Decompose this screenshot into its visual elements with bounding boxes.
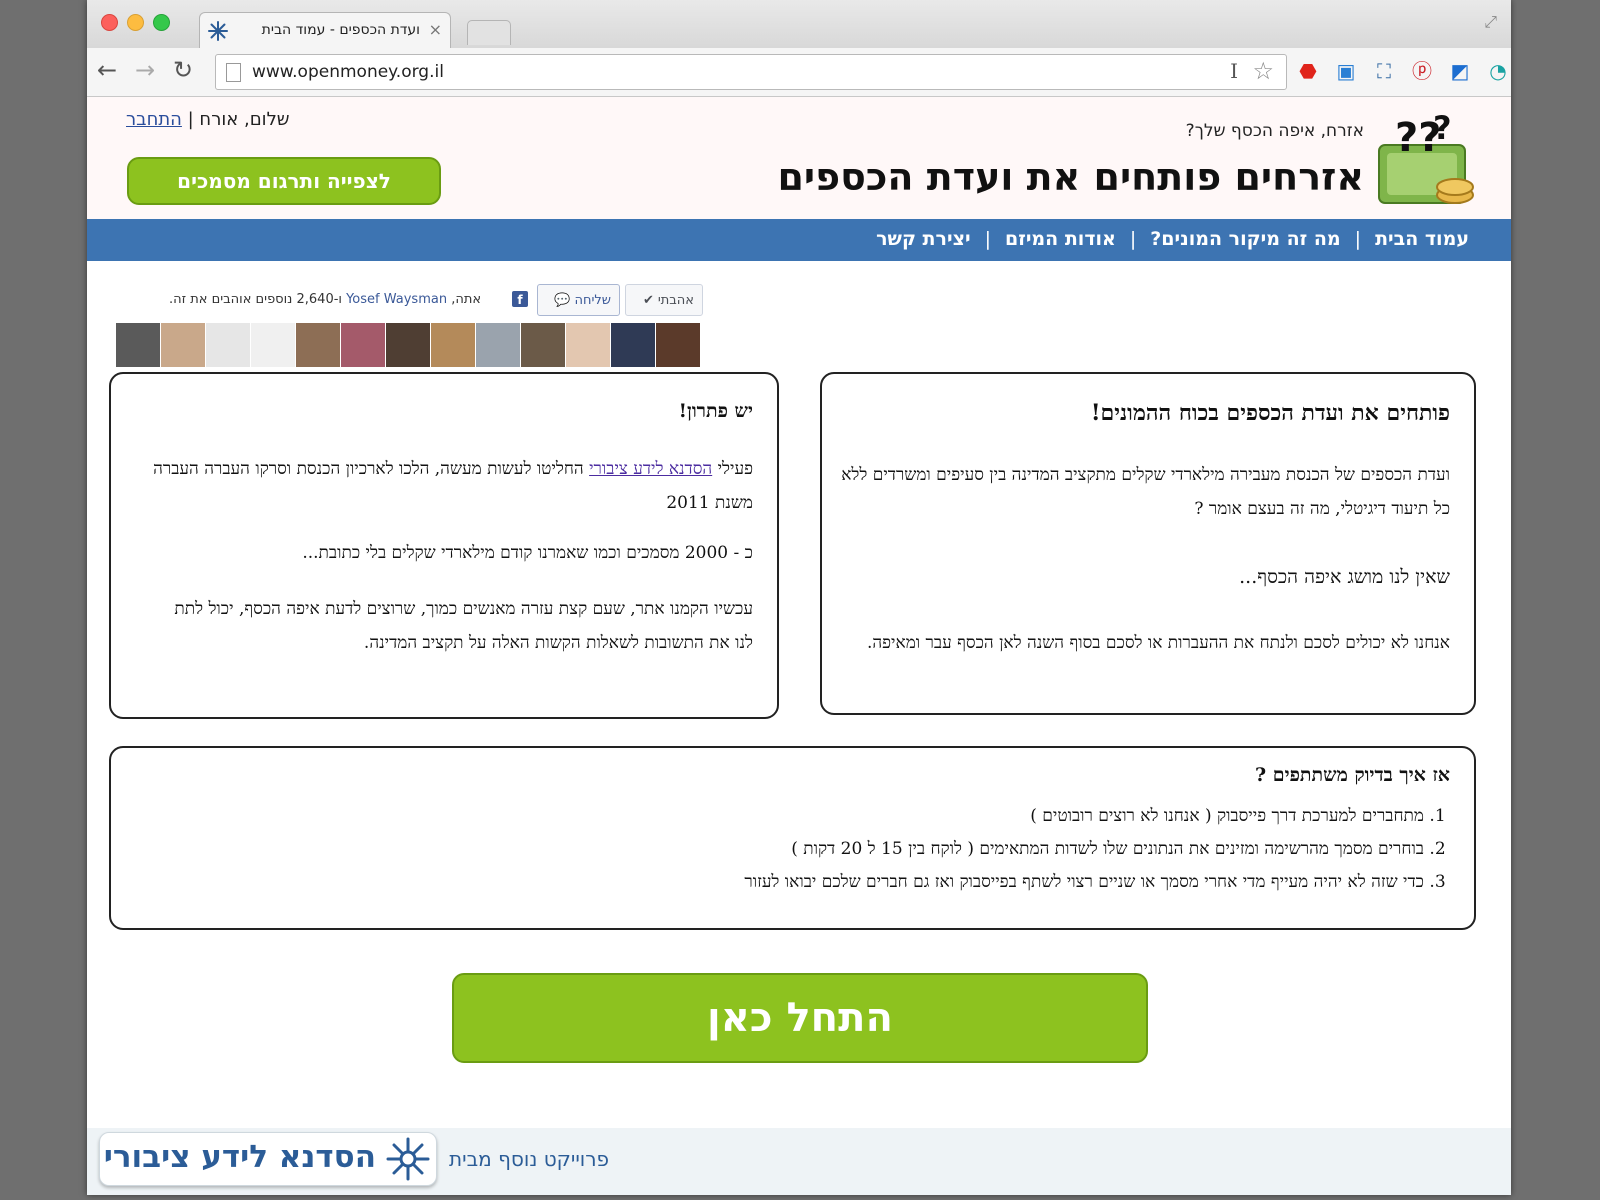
avatar[interactable] xyxy=(251,323,295,367)
url-text[interactable]: www.openmoney.org.il xyxy=(252,62,444,82)
minimize-window-button[interactable] xyxy=(127,14,144,31)
nav-item-crowdsourcing[interactable]: מה זה מיקור המונים? xyxy=(1150,228,1340,250)
avatar[interactable] xyxy=(566,323,610,367)
avatar[interactable] xyxy=(116,323,160,367)
site-header: ?? ? אזרח, איפה הכסף שלך? אזרחים פותחים … xyxy=(87,97,1511,219)
greeting-text: שלום, אורח | xyxy=(181,109,290,130)
snowflake-icon xyxy=(386,1137,430,1181)
tab-title: ועדת הכספים - עמוד הבית xyxy=(261,22,420,38)
title-bar: ועדת הכספים - עמוד הבית × ⤢ xyxy=(87,0,1511,49)
pinterest-icon[interactable]: ⓟ xyxy=(1409,58,1435,84)
intro-box: פותחים את ועדת הכספים בכוח ההמונים! ועדת… xyxy=(820,372,1476,715)
adblock-icon[interactable]: ⬣ xyxy=(1295,58,1321,84)
crop-icon[interactable]: ⛶ xyxy=(1371,58,1397,84)
browser-tab[interactable]: ועדת הכספים - עמוד הבית × xyxy=(199,12,451,49)
intro-heading: פותחים את ועדת הכספים בכוח ההמונים! xyxy=(1090,400,1450,426)
solution-heading: יש פתרון! xyxy=(678,400,753,422)
how-to-box: אז איך בדיוק משתתפים ? מתחברים למערכת דר… xyxy=(109,746,1476,930)
forward-icon[interactable]: → xyxy=(135,56,155,84)
fb-like-label: אהבתי xyxy=(657,292,694,308)
footer: הסדנא לידע ציבורי פרוייקט נוסף מבית xyxy=(87,1128,1511,1195)
reader-icon[interactable]: I xyxy=(1230,59,1238,83)
hasadna-link[interactable]: הסדנא לידע ציבורי xyxy=(589,459,712,479)
avatar[interactable] xyxy=(206,323,250,367)
avatar[interactable] xyxy=(611,323,655,367)
facebook-icon: f xyxy=(512,291,528,307)
avatar[interactable] xyxy=(341,323,385,367)
feed-icon[interactable]: ◔ xyxy=(1485,58,1511,84)
avatar[interactable] xyxy=(476,323,520,367)
intro-paragraph-2: שאין לנו מושג איפה הכסף... xyxy=(1239,566,1450,588)
facebook-widget: אהבתי ✔ שליחה 💬 f אתה, Yosef Waysman ו-2… xyxy=(87,282,707,322)
check-icon: ✔ xyxy=(642,292,654,308)
list-item: בוחרים מסמך מהרשימה ומזינים את הנתונים ש… xyxy=(744,833,1424,866)
fb-like-button[interactable]: אהבתי ✔ xyxy=(625,284,703,316)
close-window-button[interactable] xyxy=(101,14,118,31)
chat-bubble-icon: 💬 xyxy=(554,292,571,308)
fb-send-label: שליחה xyxy=(574,292,612,308)
intro-paragraph-1: ועדת הכספים של הכנסת מעבירה מילארדי שקלי… xyxy=(841,465,1450,519)
list-item: כדי שזה לא יהיה מעייף מדי אחרי מסמך או ש… xyxy=(744,866,1424,899)
avatar[interactable] xyxy=(296,323,340,367)
fullscreen-icon[interactable]: ⤢ xyxy=(1484,12,1497,32)
reload-icon[interactable]: ↻ xyxy=(173,56,193,84)
list-item: מתחברים למערכת דרך פייסבוק ( אנחנו לא רו… xyxy=(744,800,1424,833)
how-to-heading: אז איך בדיוק משתתפים ? xyxy=(1255,764,1450,786)
zoom-window-button[interactable] xyxy=(153,14,170,31)
avatar[interactable] xyxy=(431,323,475,367)
bookmark-star-icon[interactable]: ☆ xyxy=(1252,57,1274,85)
avatar[interactable] xyxy=(656,323,700,367)
money-question-logo-icon: ?? ? xyxy=(1378,109,1474,204)
fb-faces-row xyxy=(116,323,701,367)
browser-window: ועדת הכספים - עמוד הבית × ⤢ ← → ↻ www.op… xyxy=(87,0,1511,1195)
back-icon[interactable]: ← xyxy=(97,56,117,84)
nav-item-about[interactable]: אודות המיזם xyxy=(1005,228,1116,250)
address-bar[interactable]: www.openmoney.org.il I ☆ xyxy=(215,54,1287,90)
fb-send-button[interactable]: שליחה 💬 xyxy=(537,284,620,316)
watch-documents-button[interactable]: לצפייה ותרגום מסמכים xyxy=(127,157,441,205)
extension-icon[interactable]: ◩ xyxy=(1447,58,1473,84)
fb-likes-text: אתה, Yosef Waysman ו-2,640 נוספים אוהבים… xyxy=(169,292,482,307)
nav-item-contact[interactable]: יצירת קשר xyxy=(876,228,970,250)
login-link[interactable]: התחבר xyxy=(126,109,182,130)
footer-logo-text: הסדנא לידע ציבורי xyxy=(103,1139,376,1175)
main-nav: עמוד הבית | מה זה מיקור המונים? | אודות … xyxy=(87,219,1511,261)
start-here-button[interactable]: התחל כאן xyxy=(452,973,1148,1063)
avatar[interactable] xyxy=(521,323,565,367)
greeting: שלום, אורח | התחבר xyxy=(126,109,290,130)
close-tab-icon[interactable]: × xyxy=(429,20,442,39)
steps-list: מתחברים למערכת דרך פייסבוק ( אנחנו לא רו… xyxy=(744,800,1450,899)
hasadna-logo[interactable]: הסדנא לידע ציבורי xyxy=(99,1132,437,1186)
fb-friend-link[interactable]: Yosef Waysman xyxy=(346,292,447,307)
nav-item-home[interactable]: עמוד הבית xyxy=(1375,228,1469,250)
intro-paragraph-3: אנחנו לא יכולים לסכם ולנתח את ההעברות או… xyxy=(866,633,1450,653)
avatar[interactable] xyxy=(161,323,205,367)
screenshot-icon[interactable]: ▣ xyxy=(1333,58,1359,84)
solution-paragraph-3: עכשיו הקמנו אתר, שעם קצת עזרה מאנשים כמו… xyxy=(174,599,753,653)
solution-box: יש פתרון! פעילי הסדנא לידע ציבורי החליטו… xyxy=(109,372,779,719)
solution-paragraph-2: כ - 2000 מסמכים וכמו שאמרנו קודם מילארדי… xyxy=(302,543,753,563)
browser-toolbar: ← → ↻ www.openmoney.org.il I ☆ ⬣ ▣ ⛶ ⓟ ◩… xyxy=(87,48,1511,97)
svg-text:?: ? xyxy=(1433,109,1452,147)
snowflake-icon xyxy=(208,21,228,41)
site-title: אזרחים פותחים את ועדת הכספים xyxy=(777,155,1364,199)
new-tab-button[interactable] xyxy=(467,20,511,45)
site-tagline: אזרח, איפה הכסף שלך? xyxy=(1185,121,1364,141)
footer-note: פרוייקט נוסף מבית xyxy=(449,1147,610,1171)
page-icon xyxy=(226,63,241,82)
avatar[interactable] xyxy=(386,323,430,367)
solution-paragraph-1: פעילי הסדנא לידע ציבורי החליטו לעשות מעש… xyxy=(153,459,753,513)
